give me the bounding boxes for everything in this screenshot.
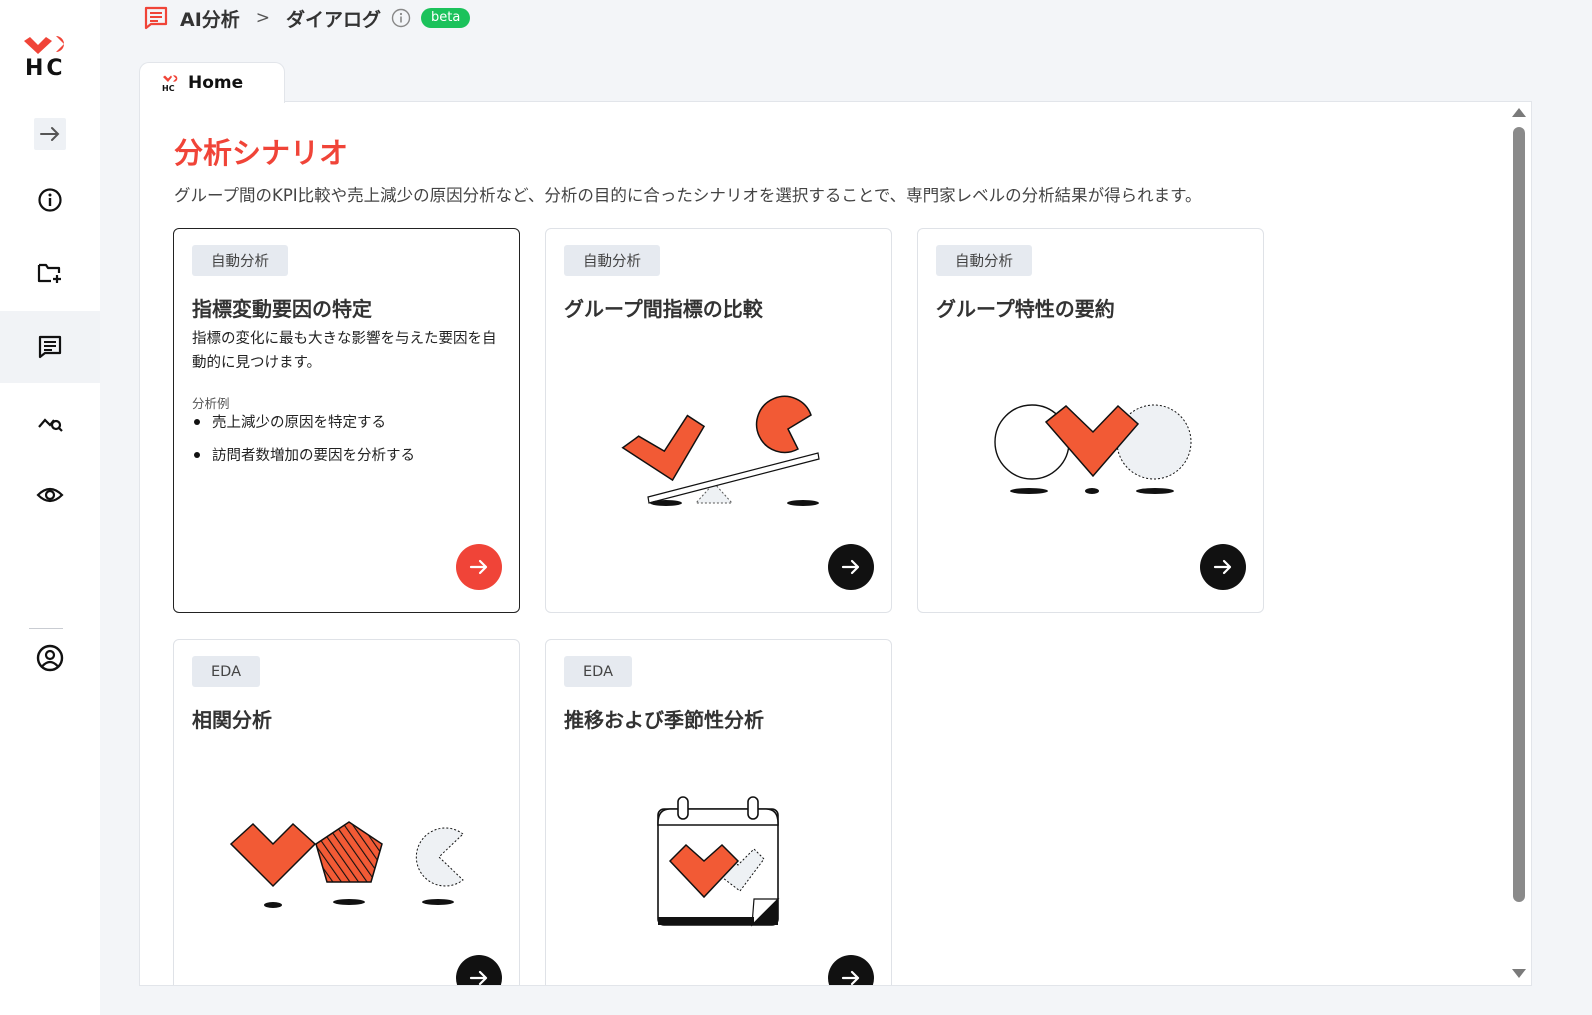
scrollbar-thumb[interactable] xyxy=(1513,127,1525,902)
chart-search-icon xyxy=(38,418,63,432)
open-scenario-button[interactable] xyxy=(828,955,874,985)
open-scenario-button[interactable] xyxy=(456,544,502,590)
card-title: 指標変動要因の特定 xyxy=(192,297,372,321)
sidebar-item-info[interactable] xyxy=(0,164,100,236)
calendar-illustration xyxy=(657,796,780,927)
sidebar-item-view[interactable] xyxy=(0,459,100,531)
card-badge: EDA xyxy=(192,656,260,687)
scroll-down-arrow[interactable] xyxy=(1512,969,1526,978)
arrow-right-icon xyxy=(469,970,488,985)
list-item: 訪問者数増加の要因を分析する xyxy=(192,444,415,465)
shapes-illustration xyxy=(229,821,464,908)
tab-label: Home xyxy=(188,73,244,93)
page-title: 分析シナリオ xyxy=(174,136,349,170)
examples-label: 分析例 xyxy=(192,396,230,411)
sidebar-item-analysis[interactable] xyxy=(0,385,100,457)
breadcrumb-root[interactable]: AI分析 xyxy=(180,5,240,32)
arrow-right-icon xyxy=(841,970,860,985)
svg-text:HC: HC xyxy=(162,84,175,92)
card-badge: 自動分析 xyxy=(936,245,1032,276)
breadcrumb-current: ダイアログ xyxy=(286,8,382,31)
scenario-card-factor[interactable]: 自動分析 指標変動要因の特定 指標の変化に最も大きな影響を与えた要因を自動的に見… xyxy=(173,228,520,613)
card-title: グループ特性の要約 xyxy=(936,297,1115,321)
eye-icon xyxy=(36,487,64,503)
arrow-right-icon xyxy=(1213,559,1232,575)
sidebar: HC xyxy=(0,0,100,1015)
tab-home[interactable]: HC Home xyxy=(139,62,285,103)
card-title: 相関分析 xyxy=(192,708,272,732)
venn-illustration xyxy=(994,404,1192,494)
page-description: グループ間のKPI比較や売上減少の原因分析など、分析の目的に合ったシナリオを選択… xyxy=(174,186,1202,205)
scroll-up-arrow[interactable] xyxy=(1512,108,1526,117)
scenario-card-correlation[interactable]: EDA 相関分析 xyxy=(173,639,520,985)
main-panel: 分析シナリオ グループ間のKPI比較や売上減少の原因分析など、分析の目的に合った… xyxy=(139,101,1532,986)
heart-logo-icon xyxy=(24,36,64,54)
scenario-card-group-summary[interactable]: 自動分析 グループ特性の要約 xyxy=(917,228,1264,613)
arrow-right-icon xyxy=(40,127,60,141)
open-scenario-button[interactable] xyxy=(456,955,502,985)
info-icon[interactable] xyxy=(391,8,411,28)
hc-logo-icon: HC xyxy=(162,74,180,93)
breadcrumb-separator: > xyxy=(255,8,271,28)
examples-list: 売上減少の原因を特定する 訪問者数増加の要因を分析する xyxy=(192,411,415,477)
seesaw-illustration xyxy=(621,395,820,506)
open-scenario-button[interactable] xyxy=(1200,544,1246,590)
card-badge: 自動分析 xyxy=(564,245,660,276)
user-circle-icon xyxy=(36,644,64,672)
logo-text: HC xyxy=(25,56,66,81)
beta-badge: beta xyxy=(421,7,471,29)
list-item: 売上減少の原因を特定する xyxy=(192,411,415,432)
card-title: 推移および季節性分析 xyxy=(564,708,764,732)
arrow-right-icon xyxy=(841,559,860,575)
card-description: 指標の変化に最も大きな影響を与えた要因を自動的に見つけます。 xyxy=(192,331,497,371)
sidebar-item-dialog[interactable] xyxy=(0,311,100,383)
open-scenario-button[interactable] xyxy=(828,544,874,590)
sidebar-expand-button[interactable] xyxy=(0,98,100,170)
arrow-right-icon xyxy=(469,559,488,575)
hc-logo[interactable]: HC xyxy=(22,34,70,84)
card-badge: EDA xyxy=(564,656,632,687)
card-title: グループ間指標の比較 xyxy=(564,297,763,321)
scenario-card-trend-seasonality[interactable]: EDA 推移および季節性分析 xyxy=(545,639,892,985)
info-icon xyxy=(38,188,62,212)
sidebar-item-account[interactable] xyxy=(0,622,100,694)
sidebar-item-new-folder[interactable] xyxy=(0,237,100,309)
card-badge: 自動分析 xyxy=(192,245,288,276)
chat-icon xyxy=(38,335,62,359)
breadcrumb: AI分析 > ダイアログ beta xyxy=(142,3,471,33)
chat-icon xyxy=(144,6,168,30)
scenario-card-group-compare[interactable]: 自動分析 グループ間指標の比較 xyxy=(545,228,892,613)
folder-plus-icon xyxy=(37,263,61,283)
